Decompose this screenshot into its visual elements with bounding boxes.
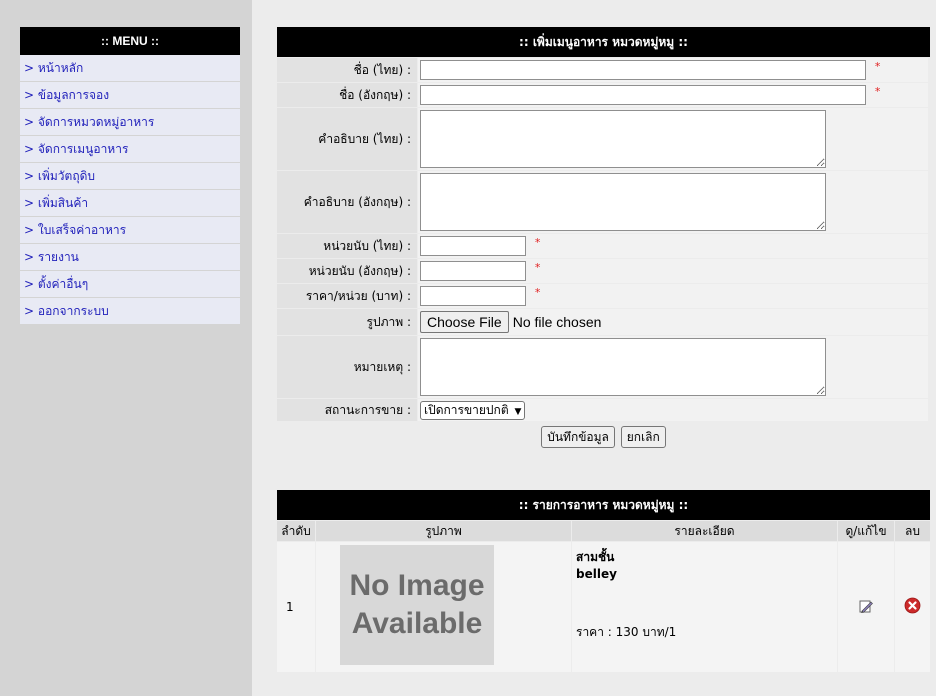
status-select[interactable]: เปิดการขายปกติ ▼ bbox=[420, 400, 526, 420]
menu-item-receipts[interactable]: > ใบเสร็จค่าอาหาร bbox=[20, 217, 240, 244]
list-title: :: รายการอาหาร หมวดหมู่หมู :: bbox=[277, 490, 930, 520]
image-label: รูปภาพ : bbox=[277, 309, 417, 335]
name-en-field[interactable] bbox=[420, 85, 866, 105]
status-label: สถานะการขาย : bbox=[277, 399, 417, 421]
menu-item-food-menu[interactable]: > จัดการเมนูอาหาร bbox=[20, 136, 240, 163]
required-mark: * bbox=[534, 286, 541, 299]
desc-th-label: คำอธิบาย (ไทย) : bbox=[277, 108, 417, 170]
required-mark: * bbox=[874, 60, 881, 73]
cancel-button[interactable]: ยกเลิก bbox=[620, 426, 666, 448]
no-image-text: Available bbox=[351, 607, 483, 640]
file-status: No file chosen bbox=[512, 314, 602, 330]
price-field[interactable] bbox=[420, 286, 526, 306]
food-list-table: ลำดับ รูปภาพ รายละเอียด ดู/แก้ไข ลบ 1 No… bbox=[276, 520, 931, 673]
unit-th-field[interactable] bbox=[420, 236, 526, 256]
column-header-no: ลำดับ bbox=[277, 521, 315, 541]
form-actions: บันทึกข้อมูล ยกเลิก bbox=[277, 422, 930, 456]
column-header-image: รูปภาพ bbox=[316, 521, 571, 541]
menu-item-food-categories[interactable]: > จัดการหมวดหมู่อาหาร bbox=[20, 109, 240, 136]
side-menu: :: MENU :: > หน้าหลัก > ข้อมูลการจอง > จ… bbox=[20, 27, 240, 325]
menu-item-home[interactable]: > หน้าหลัก bbox=[20, 55, 240, 82]
note-field[interactable] bbox=[420, 338, 826, 396]
required-mark: * bbox=[874, 85, 881, 98]
no-image-placeholder: No Image Available bbox=[340, 545, 494, 665]
main-content: :: เพิ่มเมนูอาหาร หมวดหมู่หมู :: ชื่อ (ไ… bbox=[277, 27, 930, 673]
choose-file-button[interactable]: Choose File bbox=[420, 311, 509, 333]
item-name-en: belley bbox=[576, 567, 617, 581]
add-menu-form: ชื่อ (ไทย) : * ชื่อ (อังกฤษ) : * คำอธิบา… bbox=[276, 57, 929, 422]
unit-en-label: หน่วยนับ (อังกฤษ) : bbox=[277, 259, 417, 283]
table-row: 1 No Image Available สามชั้น belley ราคา… bbox=[277, 542, 930, 672]
desc-en-field[interactable] bbox=[420, 173, 826, 231]
desc-en-label: คำอธิบาย (อังกฤษ) : bbox=[277, 171, 417, 233]
column-header-detail: รายละเอียด bbox=[572, 521, 837, 541]
chevron-down-icon: ▼ bbox=[514, 406, 522, 417]
sidebar: :: MENU :: > หน้าหลัก > ข้อมูลการจอง > จ… bbox=[0, 0, 252, 696]
name-th-field[interactable] bbox=[420, 60, 866, 80]
desc-th-field[interactable] bbox=[420, 110, 826, 168]
menu-item-reports[interactable]: > รายงาน bbox=[20, 244, 240, 271]
status-selected-value: เปิดการขายปกติ bbox=[424, 402, 509, 417]
name-th-label: ชื่อ (ไทย) : bbox=[277, 58, 417, 82]
edit-icon[interactable] bbox=[858, 598, 874, 617]
column-header-edit: ดู/แก้ไข bbox=[838, 521, 894, 541]
item-name-th: สามชั้น bbox=[576, 550, 615, 564]
unit-en-field[interactable] bbox=[420, 261, 526, 281]
required-mark: * bbox=[534, 261, 541, 274]
form-title: :: เพิ่มเมนูอาหาร หมวดหมู่หมู :: bbox=[277, 27, 930, 57]
menu-item-add-products[interactable]: > เพิ่มสินค้า bbox=[20, 190, 240, 217]
column-header-delete: ลบ bbox=[895, 521, 930, 541]
no-image-text: No Image bbox=[349, 569, 485, 602]
delete-icon[interactable] bbox=[904, 597, 921, 617]
menu-title: :: MENU :: bbox=[20, 27, 240, 55]
price-label: ราคา/หน่วย (บาท) : bbox=[277, 284, 417, 308]
row-detail: สามชั้น belley ราคา : 130 บาท/1 bbox=[572, 542, 837, 672]
save-button[interactable]: บันทึกข้อมูล bbox=[541, 426, 615, 448]
menu-item-add-ingredients[interactable]: > เพิ่มวัตถุดิบ bbox=[20, 163, 240, 190]
required-mark: * bbox=[534, 236, 541, 249]
menu-item-bookings[interactable]: > ข้อมูลการจอง bbox=[20, 82, 240, 109]
menu-item-logout[interactable]: > ออกจากระบบ bbox=[20, 298, 240, 325]
food-list-section: :: รายการอาหาร หมวดหมู่หมู :: ลำดับ รูปภ… bbox=[277, 490, 930, 673]
menu-item-settings[interactable]: > ตั้งค่าอื่นๆ bbox=[20, 271, 240, 298]
row-number: 1 bbox=[277, 542, 315, 672]
item-price: ราคา : 130 บาท/1 bbox=[576, 625, 677, 639]
unit-th-label: หน่วยนับ (ไทย) : bbox=[277, 234, 417, 258]
note-label: หมายเหตุ : bbox=[277, 336, 417, 398]
name-en-label: ชื่อ (อังกฤษ) : bbox=[277, 83, 417, 107]
